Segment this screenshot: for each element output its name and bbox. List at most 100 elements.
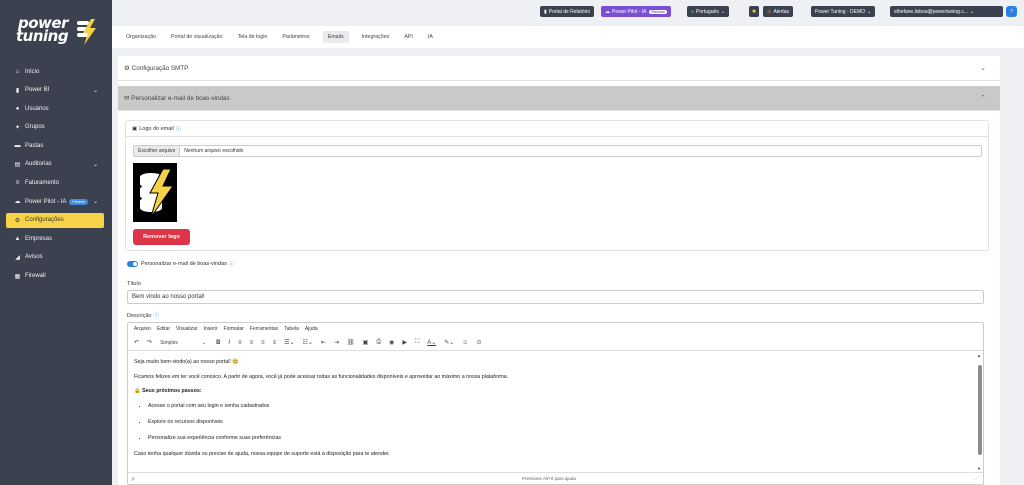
editor-toolbar: ↶ ↷ Simples ⌄ B I ≡ ≡ ≡ ≡ ☰⌄ ☷⌄ ⇤ ⇥ ⛓ ▣ ⎙… <box>128 335 983 351</box>
billing-icon: ≡ <box>15 180 20 187</box>
logo-bolt-icon <box>77 19 96 45</box>
question-icon: ? <box>1010 8 1013 15</box>
tab-emails[interactable]: Emails <box>322 31 349 43</box>
sidebar-item-audit[interactable]: ▤ Auditorias ⌄ <box>6 157 104 172</box>
image-icon[interactable]: ▣ <box>363 339 369 346</box>
welcome-email-toggle[interactable] <box>127 261 138 267</box>
editor-scrollbar[interactable]: ▲ ▼ <box>975 353 983 471</box>
editor-menu-item[interactable]: Formatar <box>224 326 244 332</box>
alert-icon: ⚠ <box>767 8 772 15</box>
outdent-icon[interactable]: ⇤ <box>321 339 326 346</box>
tab-api[interactable]: API <box>402 31 415 43</box>
welcome-email-accordion-header[interactable]: ✉ Personalizar e-mail de boas-vindas ⌃ <box>118 86 1000 111</box>
element-path: p <box>132 476 135 481</box>
numbered-list-icon[interactable]: ☷⌄ <box>303 339 313 346</box>
rich-text-editor[interactable]: Arquivo Editar Visualizar Inserir Formatar Fe… <box>127 322 984 485</box>
scroll-down-arrow-icon[interactable]: ▼ <box>977 466 981 471</box>
bullet-list-icon[interactable]: ☰⌄ <box>284 339 294 346</box>
editor-menu-item[interactable]: Inserir <box>204 326 218 332</box>
chevron-down-icon: ⌄ <box>720 8 726 15</box>
gear-icon: ⚙ <box>124 64 130 72</box>
editor-menu-item[interactable]: Tabela <box>284 326 299 332</box>
power-pilot-button[interactable]: ☁ Power Pilot - IA Preview <box>601 6 671 17</box>
chevron-down-icon: ⌄ <box>867 8 872 15</box>
sidebar: power tuning ⌂ Início ▮ Power BI ⌄ ● Usuários ✦… <box>0 0 112 485</box>
tab-portal-de-visualiza-o[interactable]: Portal de visualização <box>169 31 225 43</box>
sidebar-item-firewall[interactable]: ▦ Firewall <box>6 269 104 284</box>
portal-relatorio-button[interactable]: ▮ Portal de Relatório <box>540 6 595 17</box>
user-dropdown[interactable]: sthefane.lisboa@powertuning.c... ⌄ <box>890 6 1003 17</box>
bold-icon[interactable]: B <box>216 340 220 346</box>
emoji-icon[interactable]: ☺ <box>462 340 468 346</box>
tab-par-metros[interactable]: Parâmetros <box>280 31 311 43</box>
closing-paragraph: Caso tenha qualquer dúvida ou precise de… <box>134 450 390 457</box>
fullscreen-icon[interactable]: ⛶ <box>415 339 419 346</box>
preview-icon[interactable]: ◉ <box>389 339 394 346</box>
scroll-thumb[interactable] <box>978 365 982 455</box>
editor-menu-item[interactable]: Visualizar <box>176 326 198 332</box>
language-dropdown[interactable]: ● Português ⌄ <box>687 6 730 17</box>
editor-menu-item[interactable]: Editar <box>157 326 170 332</box>
italic-icon[interactable]: I <box>228 340 230 346</box>
chevron-down-icon: ⌄ <box>92 199 98 206</box>
smtp-accordion-header[interactable]: ⚙ Configuração SMTP ⌄ <box>118 56 1000 81</box>
align-left-icon[interactable]: ≡ <box>238 340 242 346</box>
choose-file-button[interactable]: Escolher arquivo <box>134 146 181 156</box>
tab-tela-de-login[interactable]: Tela de login <box>236 31 270 43</box>
sidebar-item-user[interactable]: ● Usuários <box>6 101 104 116</box>
help-button[interactable]: ? <box>1006 6 1017 17</box>
editor-menu-item[interactable]: Arquivo <box>134 326 151 332</box>
sidebar-item-home[interactable]: ⌂ Início <box>6 64 104 79</box>
tab-integra-es[interactable]: Integrações <box>360 31 392 43</box>
indent-icon[interactable]: ⇥ <box>334 339 339 346</box>
theme-toggle-button[interactable]: ✱ <box>749 6 760 17</box>
tab-organiza-o[interactable]: Organização <box>124 31 158 43</box>
block-style-select[interactable]: Simples ⌄ <box>160 340 206 346</box>
text-color-icon[interactable]: A⌄ <box>427 339 436 346</box>
align-justify-icon[interactable]: ≡ <box>273 340 277 346</box>
print-icon[interactable]: ⎙ <box>376 339 381 346</box>
undo-icon[interactable]: ↶ <box>134 339 139 346</box>
sidebar-item-chart[interactable]: ▮ Power BI ⌄ <box>6 83 104 98</box>
brazil-flag-icon: ● <box>691 8 695 15</box>
email-logo-card: ▣ Logo do email ⓘ Escolher arquivo Nenhu… <box>125 120 989 251</box>
align-right-icon[interactable]: ≡ <box>261 340 265 346</box>
sidebar-item-folder[interactable]: ▬ Pastas <box>6 138 104 153</box>
sidebar-item-label: Grupos <box>25 124 45 131</box>
logo-file-input[interactable]: Escolher arquivo Nenhum arquivo escolhid… <box>133 145 982 157</box>
align-center-icon[interactable]: ≡ <box>250 340 254 346</box>
editor-menu-item[interactable]: Ajuda <box>305 326 318 332</box>
scroll-up-arrow-icon[interactable]: ▲ <box>977 353 981 358</box>
users-icon: ✦ <box>14 124 21 131</box>
sidebar-item-gear[interactable]: ⚙ Configurações <box>6 212 104 228</box>
sidebar-item-users[interactable]: ✦ Grupos <box>6 120 104 135</box>
media-icon[interactable]: ▶ <box>402 339 407 346</box>
gear-icon: ⚙ <box>14 217 21 224</box>
info-icon[interactable]: ⓘ <box>153 313 159 319</box>
info-icon[interactable]: ⓘ <box>229 260 235 268</box>
step-item: Acesse o portal com seu login e senha ca… <box>148 403 977 409</box>
title-input[interactable]: Bem vindo ao nosso portal! <box>127 290 984 304</box>
help-icon[interactable]: ⊙ <box>476 339 481 346</box>
chart-icon: ▮ <box>15 87 20 94</box>
step-item: Explore os recursos disponíveis <box>148 419 977 425</box>
sidebar-item-robot[interactable]: ☁ Power Pilot - IA Preview ⌄ <box>6 194 104 209</box>
editor-menu-item[interactable]: Ferramentas <box>250 326 278 332</box>
redo-icon[interactable]: ↷ <box>147 339 152 346</box>
editor-menubar: Arquivo Editar Visualizar Inserir Formatar Fe… <box>128 323 983 335</box>
power-tuning-logo[interactable]: power tuning <box>12 14 96 48</box>
company-dropdown[interactable]: Power Tuning - DEMO ⌄ <box>811 6 876 17</box>
info-icon[interactable]: ⓘ <box>176 125 182 133</box>
sidebar-item-label: Auditorias <box>25 161 52 168</box>
sidebar-item-billing[interactable]: ≡ Faturamento <box>6 176 104 191</box>
sidebar-item-building[interactable]: ▲ Empresas <box>6 231 104 246</box>
resize-handle-icon[interactable]: ⋰ <box>975 476 980 482</box>
tab-ia[interactable]: IA <box>426 31 435 43</box>
remove-logo-button[interactable]: Remover logo <box>133 229 190 245</box>
highlight-color-icon[interactable]: ✎⌄ <box>444 339 454 346</box>
alerts-button[interactable]: ⚠ Alertas <box>763 6 794 17</box>
sidebar-item-megaphone[interactable]: ◢ Avisos <box>6 250 104 265</box>
sidebar-item-label: Início <box>25 68 40 75</box>
editor-body[interactable]: Seja muito bem-vindo(a) ao nosso portal!… <box>128 353 977 471</box>
link-icon[interactable]: ⛓ <box>347 339 355 346</box>
